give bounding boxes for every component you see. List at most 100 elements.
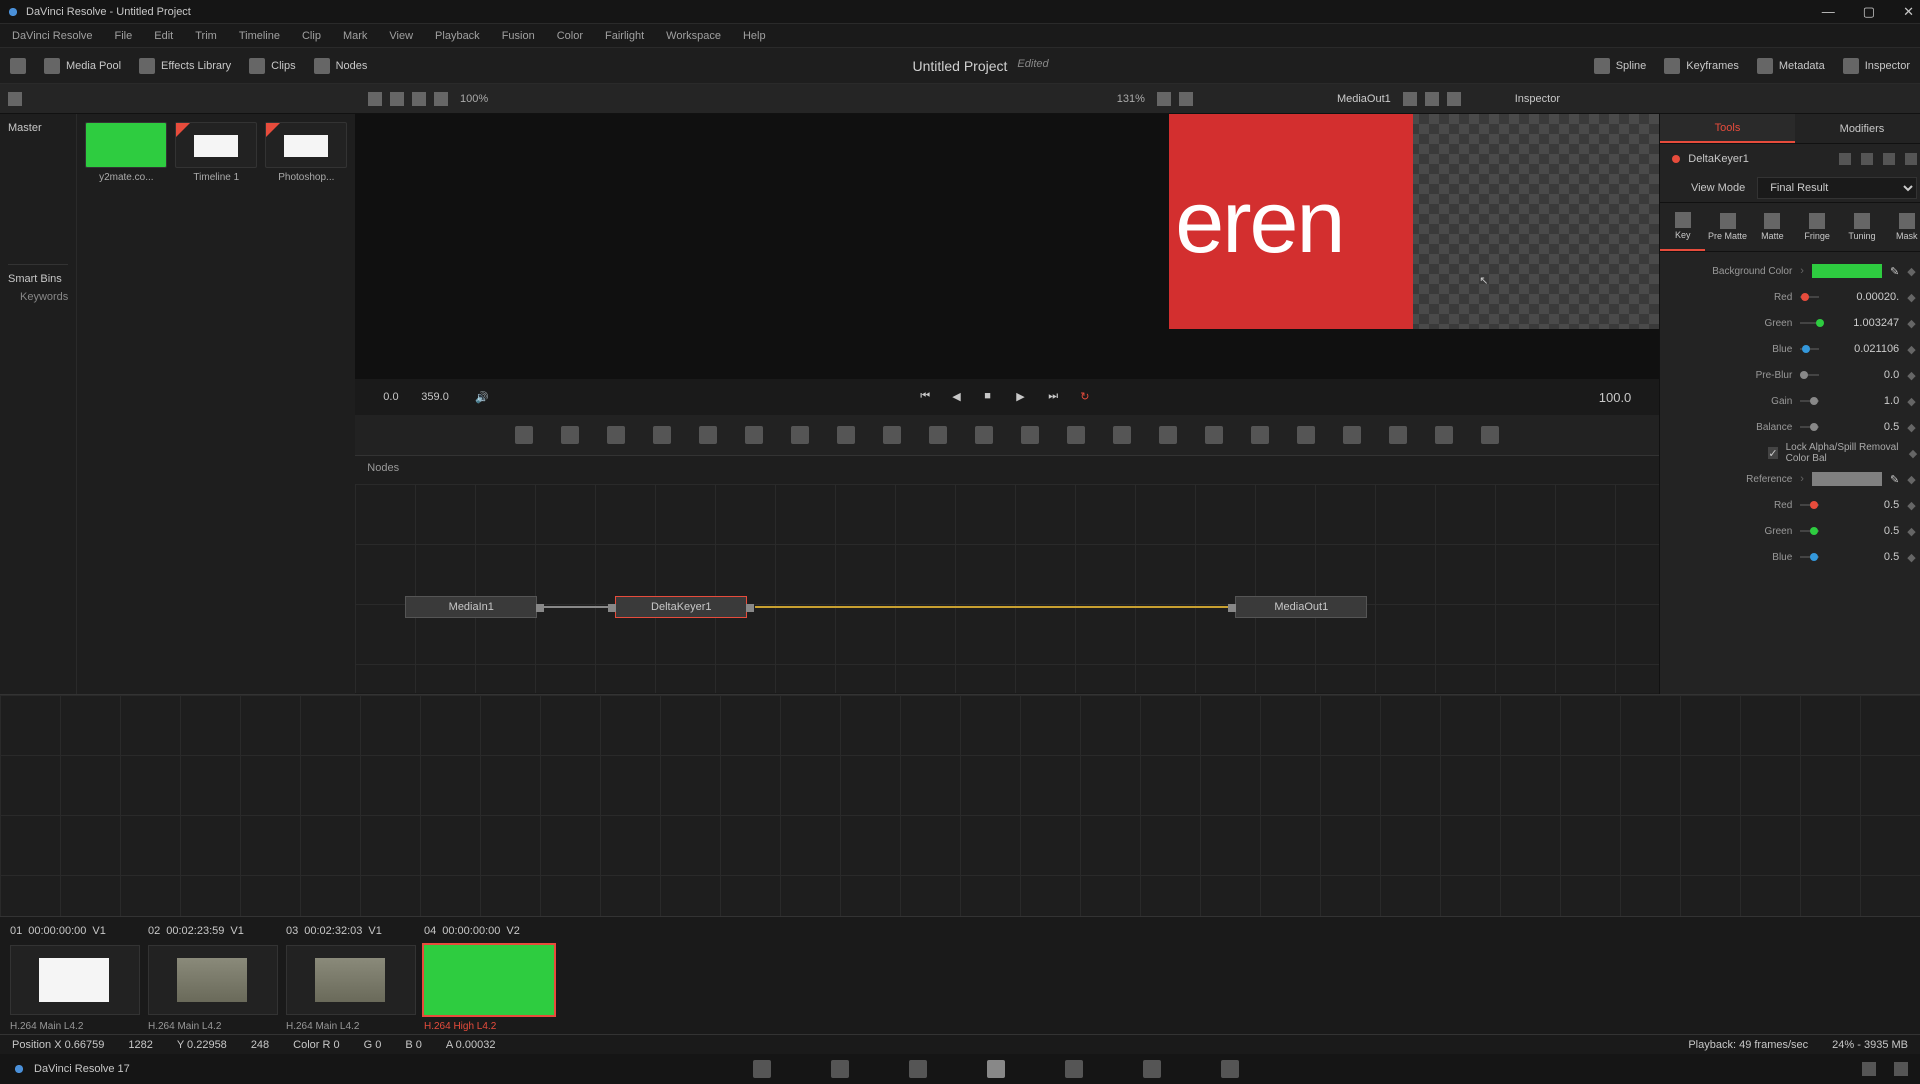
cat-mask[interactable]: Mask — [1884, 203, 1920, 251]
tool-icon[interactable] — [561, 426, 579, 444]
balance-slider[interactable] — [1800, 426, 1819, 428]
reset-icon[interactable] — [1905, 153, 1917, 165]
red2-slider[interactable] — [1800, 504, 1819, 506]
stop-button[interactable]: ■ — [984, 390, 998, 404]
tool-icon[interactable] — [837, 426, 855, 444]
mediapool-button[interactable]: Media Pool — [44, 58, 121, 74]
tool-icon[interactable] — [1435, 426, 1453, 444]
green2-value[interactable]: 0.5 — [1827, 525, 1899, 537]
red2-value[interactable]: 0.5 — [1827, 499, 1899, 511]
gain-value[interactable]: 1.0 — [1827, 395, 1899, 407]
menu-item[interactable]: Clip — [302, 30, 321, 42]
keyframe-icon[interactable]: ◆ — [1907, 317, 1917, 330]
tool-icon[interactable] — [515, 426, 533, 444]
reference-swatch[interactable] — [1812, 472, 1882, 486]
script-icon[interactable] — [1861, 153, 1873, 165]
tab-tools[interactable]: Tools — [1660, 114, 1794, 143]
keyframe-icon[interactable]: ◆ — [1907, 369, 1917, 382]
blue2-slider[interactable] — [1800, 556, 1819, 558]
tool-icon[interactable] — [1021, 426, 1039, 444]
keyframe-icon[interactable]: ◆ — [1909, 447, 1917, 460]
bgcolor-swatch[interactable] — [1812, 264, 1882, 278]
red-slider[interactable] — [1800, 296, 1819, 298]
page-color-icon[interactable] — [1065, 1060, 1083, 1078]
tool-icon[interactable] — [1205, 426, 1223, 444]
green-slider[interactable] — [1800, 322, 1819, 324]
nodes-canvas[interactable]: MediaIn1 DeltaKeyer1 MediaOut1 — [355, 484, 1659, 693]
menu-item[interactable]: Mark — [343, 30, 367, 42]
node-mediain[interactable]: MediaIn1 — [405, 596, 537, 618]
clip-item[interactable]: Timeline 1 — [175, 122, 257, 686]
menu-item[interactable]: Fairlight — [605, 30, 644, 42]
keyframe-icon[interactable]: ◆ — [1907, 551, 1917, 564]
keyframes-button[interactable]: Keyframes — [1664, 58, 1739, 74]
spline-button[interactable]: Spline — [1594, 58, 1647, 74]
search-icon[interactable] — [412, 92, 426, 106]
last-frame-button[interactable]: ⏭ — [1048, 390, 1062, 404]
settings-icon[interactable] — [1894, 1062, 1908, 1076]
loop-button[interactable]: ↻ — [1080, 390, 1094, 404]
blue-value[interactable]: 0.021106 — [1827, 343, 1899, 355]
sort-icon[interactable] — [434, 92, 448, 106]
gain-slider[interactable] — [1800, 400, 1819, 402]
effects-button[interactable]: Effects Library — [139, 58, 231, 74]
version-icon[interactable] — [1839, 153, 1851, 165]
page-fusion-icon[interactable] — [987, 1060, 1005, 1078]
keywords-bin[interactable]: Keywords — [8, 285, 68, 303]
keyframe-icon[interactable]: ◆ — [1907, 421, 1917, 434]
maximize-icon[interactable]: ▢ — [1863, 4, 1875, 20]
home-icon[interactable] — [1862, 1062, 1876, 1076]
close-icon[interactable]: ✕ — [1903, 4, 1914, 20]
zoom-right[interactable]: 131% — [1117, 93, 1145, 105]
eyedropper-icon[interactable]: ✎ — [1890, 265, 1899, 278]
tool-icon[interactable] — [883, 426, 901, 444]
first-frame-button[interactable]: ⏮ — [920, 390, 934, 404]
tool-icon[interactable] — [699, 426, 717, 444]
keyframe-icon[interactable]: ◆ — [1907, 291, 1917, 304]
menu-item[interactable]: File — [115, 30, 133, 42]
volume-icon[interactable]: 🔊 — [475, 391, 489, 404]
viewmode-select[interactable]: Final Result — [1757, 177, 1917, 199]
tool-icon[interactable] — [1251, 426, 1269, 444]
tool-icon[interactable] — [1343, 426, 1361, 444]
preblur-slider[interactable] — [1800, 374, 1819, 376]
lock-checkbox[interactable]: ✓ — [1768, 447, 1777, 459]
tool-icon[interactable] — [1113, 426, 1131, 444]
tool-icon[interactable] — [1159, 426, 1177, 444]
tool-icon[interactable] — [929, 426, 947, 444]
tool-icon[interactable] — [975, 426, 993, 444]
menu-item[interactable]: View — [389, 30, 413, 42]
tool-icon[interactable] — [1389, 426, 1407, 444]
eyedropper-icon[interactable]: ✎ — [1890, 473, 1899, 486]
tool-icon[interactable] — [1297, 426, 1315, 444]
page-fairlight-icon[interactable] — [1143, 1060, 1161, 1078]
prev-frame-button[interactable]: ◀ — [952, 390, 966, 404]
clips-button[interactable]: Clips — [249, 58, 295, 74]
cat-tuning[interactable]: Tuning — [1840, 203, 1885, 251]
nodes-canvas-lower[interactable] — [0, 695, 1920, 916]
keyframe-icon[interactable]: ◆ — [1907, 473, 1917, 486]
expand-button[interactable] — [10, 58, 26, 74]
viewer-opt-icon[interactable] — [1403, 92, 1417, 106]
keyframe-icon[interactable]: ◆ — [1907, 343, 1917, 356]
cat-fringe[interactable]: Fringe — [1795, 203, 1840, 251]
balance-value[interactable]: 0.5 — [1827, 421, 1899, 433]
menu-item[interactable]: Trim — [195, 30, 217, 42]
blue2-value[interactable]: 0.5 — [1827, 551, 1899, 563]
tool-icon[interactable] — [653, 426, 671, 444]
nodes-panel-lower[interactable] — [0, 694, 1920, 916]
viewer-source[interactable]: MediaOut1 — [1337, 93, 1391, 105]
green-value[interactable]: 1.003247 — [1827, 317, 1899, 329]
list-icon[interactable] — [390, 92, 404, 106]
viewer-opt-icon[interactable] — [1157, 92, 1171, 106]
clip-item[interactable]: y2mate.co... — [85, 122, 167, 686]
keyframe-icon[interactable]: ◆ — [1907, 265, 1917, 278]
menu-item[interactable]: Color — [557, 30, 583, 42]
zoom-left[interactable]: 100% — [460, 93, 488, 105]
cat-key[interactable]: Key — [1660, 203, 1705, 251]
strip-clip[interactable]: 0400:00:00:00V2 H.264 High L4.2 — [424, 925, 554, 1026]
menu-item[interactable]: Fusion — [502, 30, 535, 42]
menu-item[interactable]: Playback — [435, 30, 480, 42]
minimize-icon[interactable]: — — [1822, 4, 1835, 20]
page-deliver-icon[interactable] — [1221, 1060, 1239, 1078]
